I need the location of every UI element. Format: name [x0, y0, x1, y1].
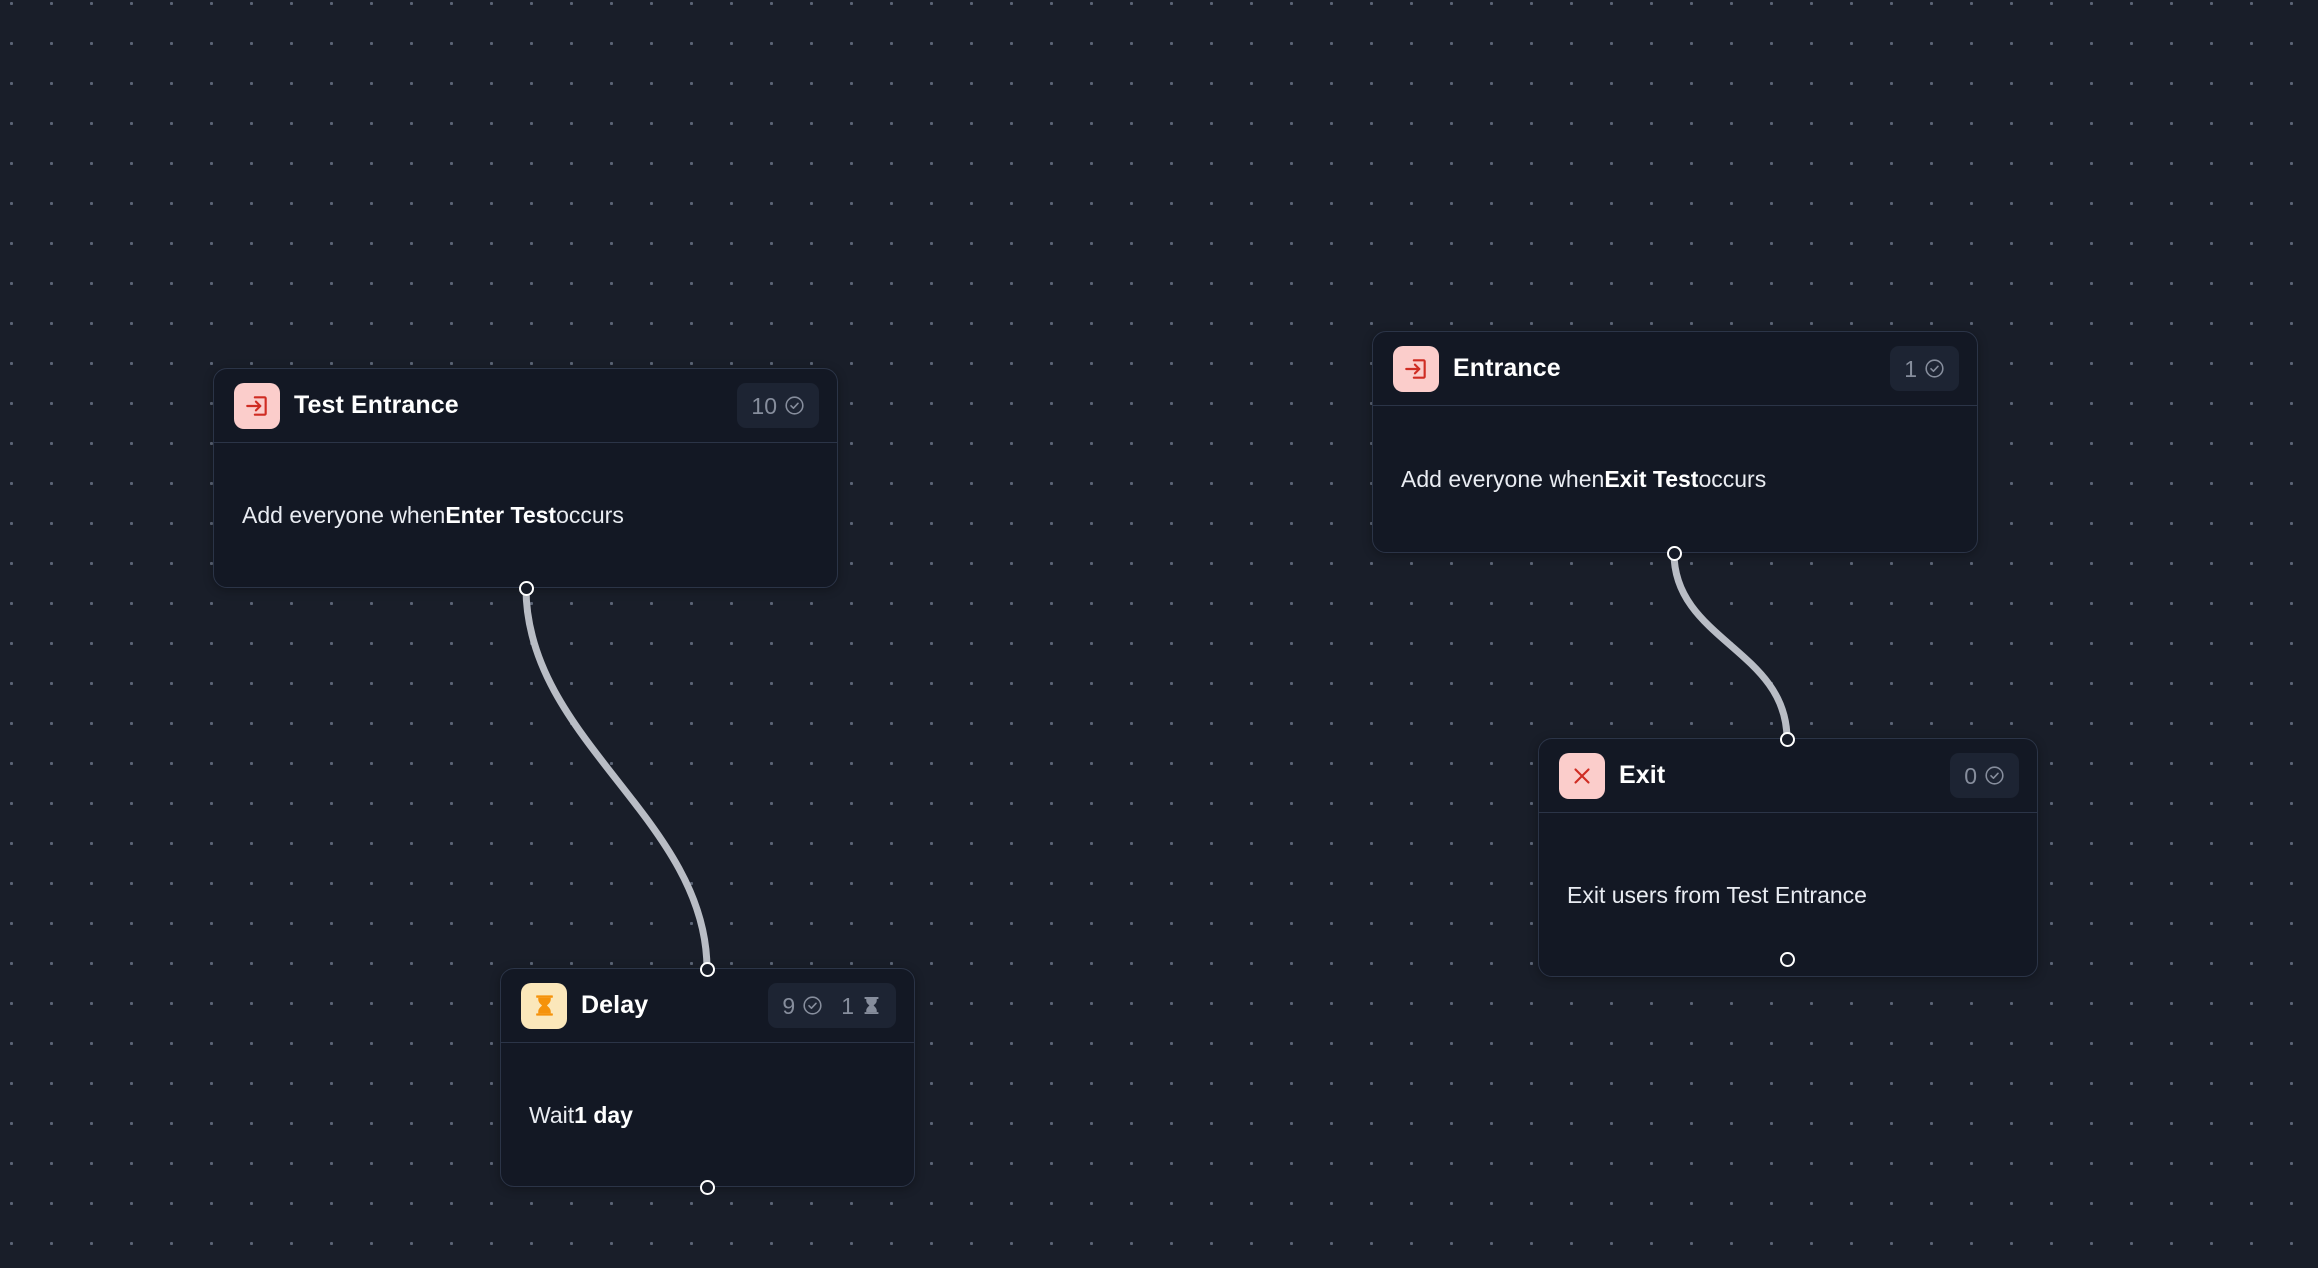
node-body-suffix: occurs	[1698, 466, 1767, 492]
node-test-entrance[interactable]: Test Entrance 10 Add everyone when Enter…	[213, 368, 838, 588]
node-title: Test Entrance	[294, 391, 459, 419]
enter-arrow-icon	[1393, 345, 1439, 392]
check-circle-icon	[1984, 765, 2005, 786]
check-circle-icon	[1924, 358, 1945, 379]
node-body-prefix: Wait	[529, 1101, 575, 1128]
node-body: Wait 1 day	[501, 1043, 914, 1187]
node-entrance[interactable]: Entrance 1 Add everyone when Exit Test o…	[1372, 331, 1978, 553]
badge-group[interactable]: 10	[737, 383, 819, 428]
check-circle-icon	[784, 395, 805, 416]
edge-entrance-to-exit	[1670, 549, 1791, 743]
node-header: Entrance 1	[1373, 332, 1977, 406]
node-body-strong: 1 day	[574, 1101, 633, 1128]
node-body-prefix: Exit users from Test Entrance	[1567, 881, 1867, 908]
close-x-icon	[1559, 752, 1605, 799]
node-body: Add everyone when Enter Test occurs	[214, 443, 837, 588]
node-body-prefix: Add everyone when	[242, 502, 446, 528]
node-title: Delay	[581, 991, 649, 1019]
node-header: Exit 0	[1539, 739, 2037, 813]
node-body-suffix: occurs	[556, 502, 624, 528]
node-title: Entrance	[1453, 354, 1561, 382]
source-handle-test-entrance[interactable]	[519, 581, 534, 596]
target-handle-delay[interactable]	[700, 962, 715, 977]
badge-completed: 1	[1904, 357, 1945, 381]
badge-completed: 9	[782, 994, 823, 1018]
node-delay[interactable]: Delay 9 1 Wait 1 day	[500, 968, 915, 1187]
node-body-strong: Exit Test	[1604, 466, 1699, 492]
badge-group[interactable]: 9 1	[768, 983, 896, 1028]
node-title: Exit	[1619, 761, 1666, 789]
source-handle-delay[interactable]	[700, 1180, 715, 1195]
target-handle-exit[interactable]	[1780, 732, 1795, 747]
badge-completed: 0	[1964, 764, 2005, 788]
edge-test-entrance-to-delay	[522, 584, 711, 973]
node-body-strong: Enter Test	[445, 502, 557, 528]
hourglass-icon	[861, 995, 882, 1016]
flow-canvas[interactable]: Test Entrance 10 Add everyone when Enter…	[0, 0, 2318, 1268]
node-header: Delay 9 1	[501, 969, 914, 1043]
node-header: Test Entrance 10	[214, 369, 837, 443]
node-body: Add everyone when Exit Test occurs	[1373, 406, 1977, 553]
check-circle-icon	[802, 995, 823, 1016]
node-exit[interactable]: Exit 0 Exit users from Test Entrance	[1538, 738, 2038, 977]
hourglass-icon	[521, 982, 567, 1029]
node-body-prefix: Add everyone when	[1401, 466, 1605, 492]
enter-arrow-icon	[234, 382, 280, 429]
badge-waiting: 1	[841, 994, 882, 1018]
source-handle-entrance[interactable]	[1667, 546, 1682, 561]
badge-group[interactable]: 1	[1890, 346, 1959, 391]
edges-layer	[522, 549, 1791, 973]
badge-completed: 10	[751, 394, 805, 418]
source-handle-exit[interactable]	[1780, 952, 1795, 967]
badge-group[interactable]: 0	[1950, 753, 2019, 798]
